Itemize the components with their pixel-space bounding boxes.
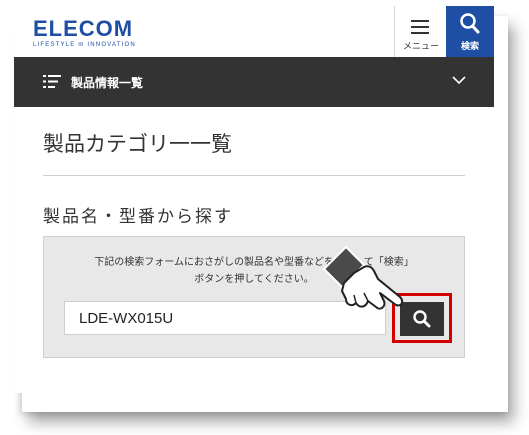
- elecom-logo[interactable]: ELECOM: [33, 16, 133, 42]
- search-icon: [460, 13, 480, 34]
- section-title: 製品名・型番から探す: [43, 207, 233, 227]
- page-card: ELECOM LIFESTYLE m INNOVATION メニュー 検索 製品…: [14, 6, 494, 393]
- hamburger-icon: [411, 20, 429, 38]
- header-search-label: 検索: [460, 42, 479, 52]
- header-search-button[interactable]: 検索: [446, 6, 494, 57]
- title-divider: [43, 175, 465, 176]
- product-info-nav[interactable]: 製品情報一覧: [14, 57, 494, 107]
- pointing-hand-cursor-icon: [322, 245, 404, 310]
- menu-label: メニュー: [402, 42, 439, 52]
- page-title: 製品カテゴリ一一覧: [43, 132, 232, 156]
- site-header: ELECOM LIFESTYLE m INNOVATION メニュー 検索: [14, 6, 494, 57]
- chevron-down-icon: [452, 76, 466, 85]
- list-icon: [43, 75, 61, 88]
- menu-button[interactable]: メニュー: [394, 6, 446, 57]
- nav-label: 製品情報一覧: [71, 76, 144, 90]
- logo-tagline: LIFESTYLE m INNOVATION: [33, 42, 136, 48]
